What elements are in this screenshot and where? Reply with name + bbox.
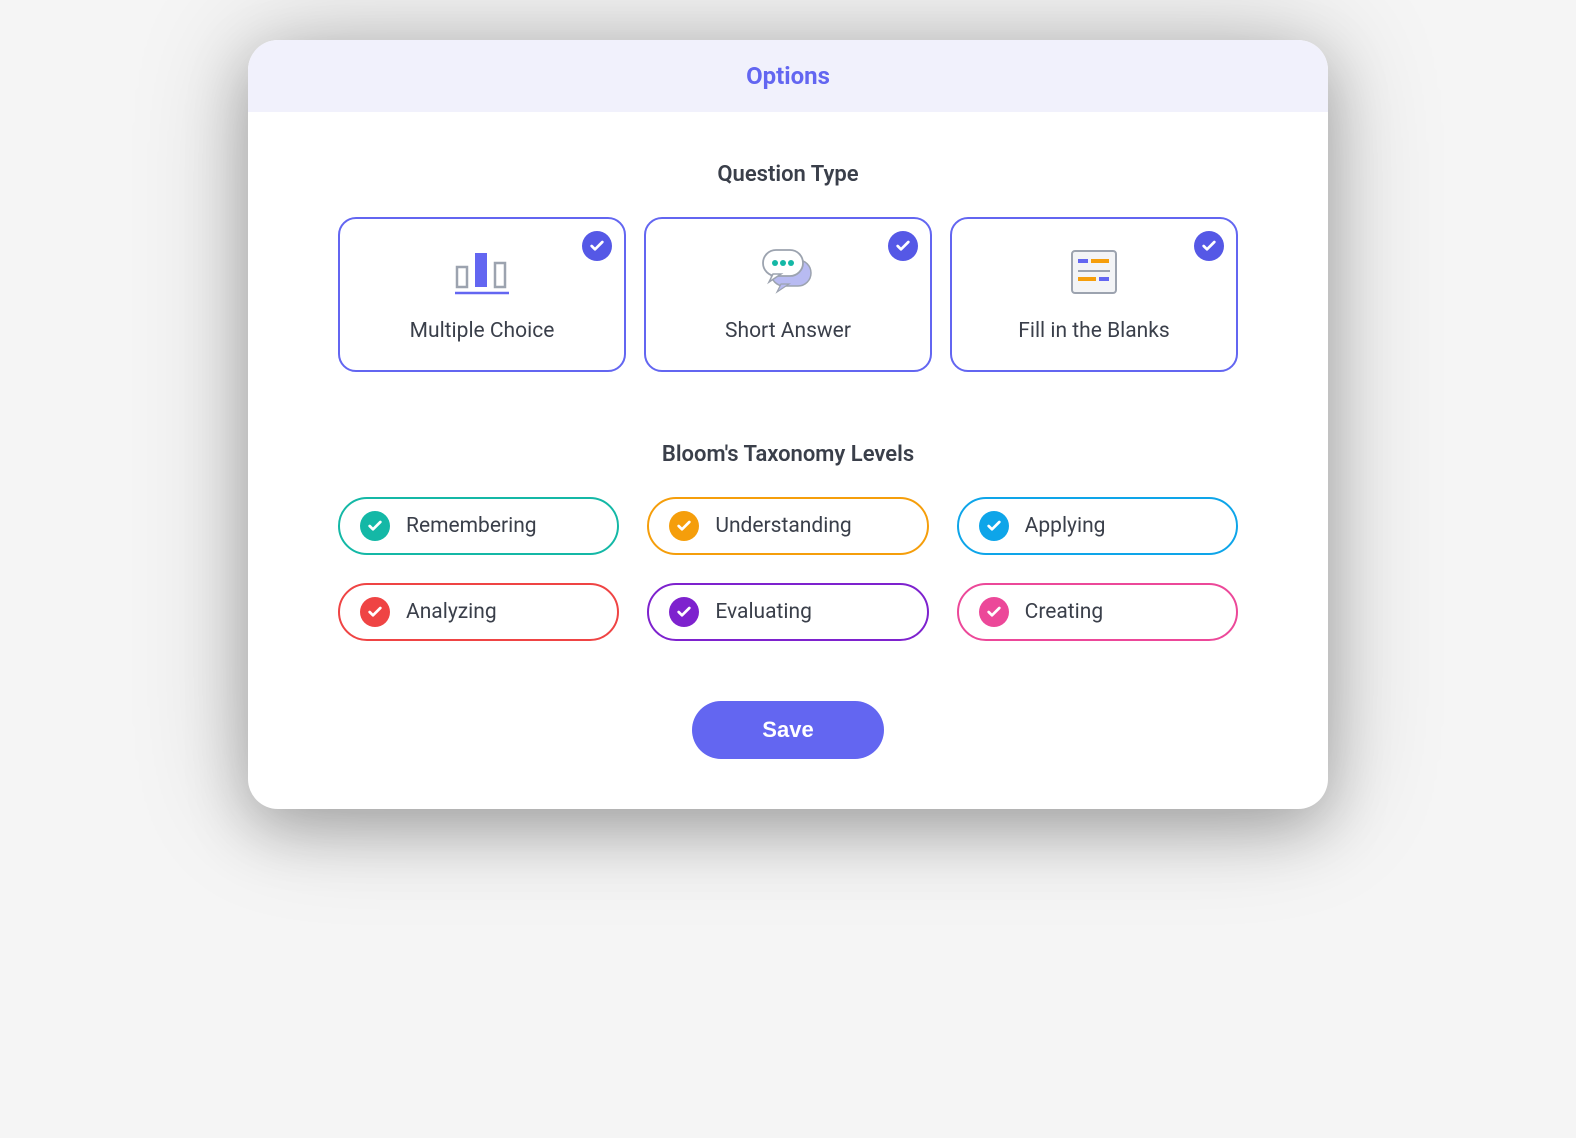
taxonomy-label: Evaluating (715, 600, 812, 624)
taxonomy-title: Bloom's Taxonomy Levels (338, 442, 1238, 467)
taxonomy-understanding[interactable]: Understanding (647, 497, 928, 555)
taxonomy-grid: Remembering Understanding Applying (338, 497, 1238, 641)
check-icon (1194, 231, 1224, 261)
question-type-label: Fill in the Blanks (1018, 319, 1170, 343)
question-type-title: Question Type (338, 162, 1238, 187)
taxonomy-label: Remembering (406, 514, 537, 538)
taxonomy-section: Bloom's Taxonomy Levels Remembering Unde… (338, 442, 1238, 641)
speech-bubble-icon (759, 247, 817, 297)
modal-footer: Save (338, 701, 1238, 769)
check-icon (888, 231, 918, 261)
question-type-multiple-choice[interactable]: Multiple Choice (338, 217, 626, 372)
modal-title: Options (268, 62, 1308, 90)
taxonomy-label: Creating (1025, 600, 1104, 624)
check-icon (360, 511, 390, 541)
question-type-label: Multiple Choice (410, 319, 555, 343)
taxonomy-applying[interactable]: Applying (957, 497, 1238, 555)
question-type-group: Multiple Choice (338, 217, 1238, 372)
question-type-fill-blanks[interactable]: Fill in the Blanks (950, 217, 1238, 372)
modal-header: Options (248, 40, 1328, 112)
save-button[interactable]: Save (692, 701, 883, 759)
question-type-short-answer[interactable]: Short Answer (644, 217, 932, 372)
taxonomy-label: Applying (1025, 514, 1106, 538)
taxonomy-label: Analyzing (406, 600, 497, 624)
taxonomy-remembering[interactable]: Remembering (338, 497, 619, 555)
modal-body: Question Type Multiple Choice (248, 112, 1328, 809)
check-icon (669, 597, 699, 627)
check-icon (979, 597, 1009, 627)
check-icon (582, 231, 612, 261)
options-modal: Options Question Type Multiple Choice (248, 40, 1328, 809)
form-icon (1070, 247, 1118, 297)
check-icon (669, 511, 699, 541)
question-type-label: Short Answer (725, 319, 851, 343)
taxonomy-creating[interactable]: Creating (957, 583, 1238, 641)
taxonomy-evaluating[interactable]: Evaluating (647, 583, 928, 641)
taxonomy-label: Understanding (715, 514, 851, 538)
taxonomy-analyzing[interactable]: Analyzing (338, 583, 619, 641)
bar-chart-icon (453, 247, 511, 297)
check-icon (360, 597, 390, 627)
check-icon (979, 511, 1009, 541)
